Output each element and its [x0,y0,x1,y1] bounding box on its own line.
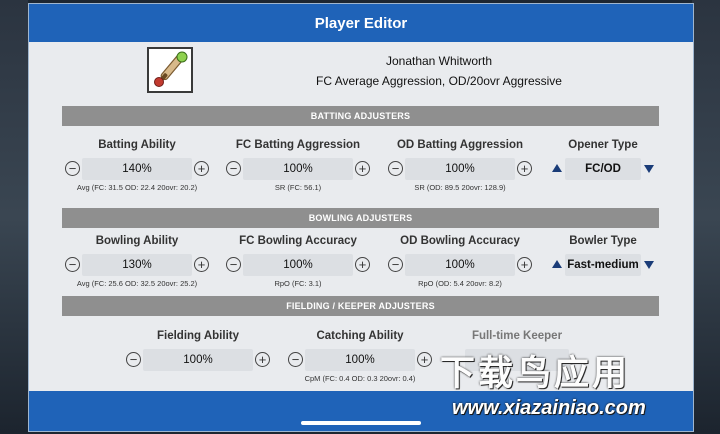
fc-bowling-accuracy-stat: RpO (FC: 3.1) [274,279,322,288]
bowling-ability-stat: Avg (FC: 25.6 OD: 32.5 20ovr: 25.2) [76,279,198,288]
od-batting-aggression-label: OD Batting Aggression [396,139,524,151]
od-batting-aggression-minus-button[interactable]: − [388,161,403,176]
od-bowling-accuracy-stepper: − 100% + [385,254,535,276]
fielding-ability-plus-button[interactable]: + [255,352,270,367]
bowler-type-value: Fast-medium [565,254,641,276]
cricket-bat-ball-icon [147,47,193,93]
fc-batting-aggression-adjuster: FC Batting Aggression − 100% + SR (FC: 5… [223,139,373,192]
bowler-type-selector: Bowler Type Fast-medium [548,235,658,276]
od-bowling-accuracy-label: OD Bowling Accuracy [400,235,520,247]
od-batting-aggression-adjuster: OD Batting Aggression − 100% + SR (OD: 8… [385,139,535,192]
opener-type-select: FC/OD [548,158,658,180]
bowling-section-header: BOWLING ADJUSTERS [62,208,659,228]
fc-bowling-accuracy-label: FC Bowling Accuracy [239,235,357,247]
od-bowling-accuracy-value: 100% [405,254,515,276]
opener-type-next-icon[interactable] [644,165,654,173]
bowler-type-next-icon[interactable] [644,261,654,269]
catching-ability-value: 100% [305,349,415,371]
od-bowling-accuracy-stat: RpO (OD: 5.4 20ovr: 8.2) [418,279,502,288]
batting-section-header: BATTING ADJUSTERS [62,106,659,126]
background-right [692,0,720,434]
bowling-ability-adjuster: Bowling Ability − 130% + Avg (FC: 25.6 O… [62,235,212,288]
bowling-ability-minus-button[interactable]: − [65,257,80,272]
fc-batting-aggression-value: 100% [243,158,353,180]
bowler-type-previous-icon[interactable] [552,260,562,268]
fc-bowling-accuracy-value: 100% [243,254,353,276]
fc-bowling-accuracy-adjuster: FC Bowling Accuracy − 100% + RpO (FC: 3.… [223,235,373,288]
player-header: Jonathan Whitworth FC Average Aggression… [29,42,693,102]
bowling-ability-label: Bowling Ability [95,235,179,247]
od-bowling-accuracy-adjuster: OD Bowling Accuracy − 100% + RpO (OD: 5.… [385,235,535,288]
fc-bowling-accuracy-plus-button[interactable]: + [355,257,370,272]
fielding-ability-minus-button[interactable]: − [126,352,141,367]
bowler-type-label: Bowler Type [569,235,637,247]
batting-ability-value: 140% [82,158,192,180]
fc-batting-aggression-plus-button[interactable]: + [355,161,370,176]
watermark-url: www.xiazainiao.com [452,397,646,419]
fc-bowling-accuracy-minus-button[interactable]: − [226,257,241,272]
fc-bowling-accuracy-stepper: − 100% + [223,254,373,276]
dialog-title: Player Editor [29,4,693,42]
player-name: Jonathan Whitworth [385,54,493,68]
catching-ability-stat: CpM (FC: 0.4 OD: 0.3 20ovr: 0.4) [304,374,416,383]
opener-type-value: FC/OD [565,158,641,180]
fielding-ability-value: 100% [143,349,253,371]
fielding-ability-adjuster: Fielding Ability − 100% + [123,330,273,371]
opener-type-label: Opener Type [568,139,638,151]
fc-batting-aggression-minus-button[interactable]: − [226,161,241,176]
batting-ability-stepper: − 140% + [62,158,212,180]
od-bowling-accuracy-minus-button[interactable]: − [388,257,403,272]
batting-ability-minus-button[interactable]: − [65,161,80,176]
bowling-ability-value: 130% [82,254,192,276]
batting-ability-adjuster: Batting Ability − 140% + Avg (FC: 31.5 O… [62,139,212,192]
bowler-type-select: Fast-medium [548,254,658,276]
catching-ability-label: Catching Ability [316,330,404,342]
full-time-keeper-label: Full-time Keeper [471,330,563,342]
catching-ability-plus-button[interactable]: + [417,352,432,367]
opener-type-selector: Opener Type FC/OD [548,139,658,180]
od-batting-aggression-stepper: − 100% + [385,158,535,180]
od-batting-aggression-plus-button[interactable]: + [517,161,532,176]
home-indicator[interactable] [301,421,421,425]
fc-batting-aggression-label: FC Batting Aggression [235,139,361,151]
catching-ability-minus-button[interactable]: − [288,352,303,367]
batting-ability-label: Batting Ability [98,139,176,151]
player-description: FC Average Aggression, OD/20ovr Aggressi… [316,74,562,88]
batting-ability-stat: Avg (FC: 31.5 OD: 22.4 20ovr: 20.2) [76,183,198,192]
fielding-ability-label: Fielding Ability [157,330,239,342]
od-batting-aggression-value: 100% [405,158,515,180]
od-bowling-accuracy-plus-button[interactable]: + [517,257,532,272]
od-batting-aggression-stat: SR (OD: 89.5 20ovr: 128.9) [414,183,506,192]
opener-type-previous-icon[interactable] [552,164,562,172]
watermark-logo-text: 下载鸟应用 [440,354,631,393]
bowling-ability-plus-button[interactable]: + [194,257,209,272]
fielding-section-header: FIELDING / KEEPER ADJUSTERS [62,296,659,316]
fc-batting-aggression-stepper: − 100% + [223,158,373,180]
bowling-ability-stepper: − 130% + [62,254,212,276]
catching-ability-stepper: − 100% + [285,349,435,371]
background-left [0,0,28,434]
fc-batting-aggression-stat: SR (FC: 56.1) [274,183,322,192]
batting-ability-plus-button[interactable]: + [194,161,209,176]
catching-ability-adjuster: Catching Ability − 100% + CpM (FC: 0.4 O… [285,330,435,383]
fielding-ability-stepper: − 100% + [123,349,273,371]
